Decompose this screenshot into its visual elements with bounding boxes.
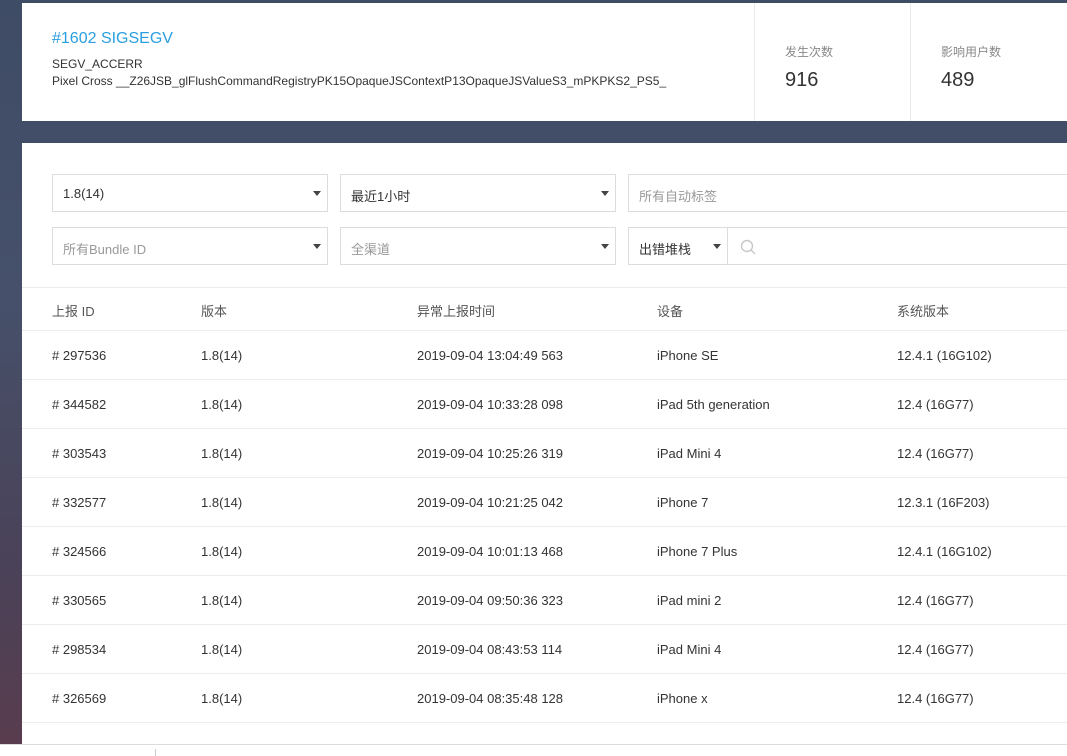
cell-time: 2019-09-04 08:35:48 128: [417, 691, 564, 706]
caret-down-icon: [313, 191, 321, 196]
cell-os-version: 12.4 (16G77): [897, 397, 974, 412]
affected-users-value: 489: [941, 69, 975, 91]
caret-down-icon: [713, 244, 721, 249]
cell-version: 1.8(14): [201, 593, 243, 608]
tags-placeholder: 所有自动标签: [639, 189, 718, 204]
cell-device: iPad Mini 4: [657, 446, 722, 461]
header-version[interactable]: 版本: [201, 301, 227, 320]
cell-report-id: # 332577: [52, 495, 107, 510]
cell-device: iPad Mini 4: [657, 642, 722, 657]
cell-version: 1.8(14): [201, 691, 243, 706]
table-row[interactable]: # 326569 1.8(14) 2019-09-04 08:35:48 128…: [22, 674, 1067, 723]
time-range-value: 最近1小时: [351, 189, 411, 204]
occurrences-value: 916: [785, 69, 819, 91]
issue-symbol: Pixel Cross __Z26JSB_glFlushCommandRegis…: [52, 74, 667, 88]
cell-os-version: 12.4 (16G77): [897, 446, 974, 461]
cell-version: 1.8(14): [201, 348, 243, 363]
version-select-value: 1.8(14): [63, 186, 105, 201]
search-input[interactable]: [728, 227, 1067, 265]
cell-version: 1.8(14): [201, 495, 243, 510]
issue-type: SEGV_ACCERR: [52, 57, 143, 71]
cell-time: 2019-09-04 08:43:53 114: [417, 642, 563, 657]
occurrences-stat: 发生次数 916: [754, 3, 910, 121]
tags-input[interactable]: 所有自动标签: [628, 174, 1067, 212]
channel-placeholder: 全渠道: [351, 242, 391, 257]
issue-title[interactable]: #1602 SIGSEGV: [52, 30, 173, 48]
cell-os-version: 12.4.1 (16G102): [897, 348, 992, 363]
cell-device: iPhone 7 Plus: [657, 544, 738, 559]
bundle-id-placeholder: 所有Bundle ID: [63, 242, 147, 257]
caret-down-icon: [601, 191, 609, 196]
cell-os-version: 12.4 (16G77): [897, 593, 974, 608]
cell-os-version: 12.3.1 (16F203): [897, 495, 990, 510]
cell-version: 1.8(14): [201, 446, 243, 461]
search-icon: [740, 239, 756, 255]
header-os-version[interactable]: 系统版本: [897, 301, 949, 320]
affected-users-stat: 影响用户数 489: [910, 3, 1067, 121]
cell-time: 2019-09-04 10:01:13 468: [417, 544, 564, 559]
cell-time: 2019-09-04 10:33:28 098: [417, 397, 564, 412]
table-row[interactable]: # 344582 1.8(14) 2019-09-04 10:33:28 098…: [22, 380, 1067, 429]
header-time[interactable]: 异常上报时间: [417, 301, 495, 320]
bundle-id-select[interactable]: 所有Bundle ID: [52, 227, 328, 265]
affected-users-label: 影响用户数: [941, 45, 1002, 59]
table-row[interactable]: # 303543 1.8(14) 2019-09-04 10:25:26 319…: [22, 429, 1067, 478]
cell-report-id: # 298534: [52, 642, 107, 657]
cell-device: iPhone 7: [657, 495, 709, 510]
cell-version: 1.8(14): [201, 642, 243, 657]
header-report-id[interactable]: 上报 ID: [52, 301, 95, 320]
cell-report-id: # 297536: [52, 348, 107, 363]
issue-summary-card: #1602 SIGSEGV SEGV_ACCERR Pixel Cross __…: [22, 3, 1067, 121]
cell-time: 2019-09-04 10:21:25 042: [417, 495, 564, 510]
caret-down-icon: [601, 244, 609, 249]
reports-panel: 1.8(14) 最近1小时 所有自动标签 所有Bundle ID 全渠道 出错堆…: [22, 143, 1067, 755]
cell-report-id: # 303543: [52, 446, 107, 461]
occurrences-label: 发生次数: [785, 45, 834, 59]
header-device[interactable]: 设备: [657, 301, 683, 320]
cell-version: 1.8(14): [201, 544, 243, 559]
search-type-select[interactable]: 出错堆栈: [628, 227, 728, 265]
table-header: 上报 ID 版本 异常上报时间 设备 系统版本: [22, 287, 1067, 331]
cell-device: iPhone SE: [657, 348, 719, 363]
cell-report-id: # 324566: [52, 544, 107, 559]
cell-version: 1.8(14): [201, 397, 243, 412]
table-row[interactable]: # 324566 1.8(14) 2019-09-04 10:01:13 468…: [22, 527, 1067, 576]
cell-os-version: 12.4.1 (16G102): [897, 544, 992, 559]
cell-time: 2019-09-04 10:25:26 319: [417, 446, 564, 461]
cell-device: iPad mini 2: [657, 593, 722, 608]
cell-os-version: 12.4 (16G77): [897, 691, 974, 706]
channel-select[interactable]: 全渠道: [340, 227, 616, 265]
cell-report-id: # 330565: [52, 593, 107, 608]
version-select[interactable]: 1.8(14): [52, 174, 328, 212]
table-row[interactable]: # 297536 1.8(14) 2019-09-04 13:04:49 563…: [22, 331, 1067, 380]
cell-device: iPhone x: [657, 691, 708, 706]
cell-device: iPad 5th generation: [657, 397, 770, 412]
bottom-bar: [0, 744, 1067, 756]
time-range-select[interactable]: 最近1小时: [340, 174, 616, 212]
cell-report-id: # 326569: [52, 691, 107, 706]
cell-report-id: # 344582: [52, 397, 107, 412]
cell-os-version: 12.4 (16G77): [897, 642, 974, 657]
cell-time: 2019-09-04 09:50:36 323: [417, 593, 564, 608]
caret-down-icon: [313, 244, 321, 249]
table-row[interactable]: # 332577 1.8(14) 2019-09-04 10:21:25 042…: [22, 478, 1067, 527]
cell-time: 2019-09-04 13:04:49 563: [417, 348, 564, 363]
table-row[interactable]: # 330565 1.8(14) 2019-09-04 09:50:36 323…: [22, 576, 1067, 625]
table-row[interactable]: # 298534 1.8(14) 2019-09-04 08:43:53 114…: [22, 625, 1067, 674]
search-type-value: 出错堆栈: [639, 242, 692, 257]
